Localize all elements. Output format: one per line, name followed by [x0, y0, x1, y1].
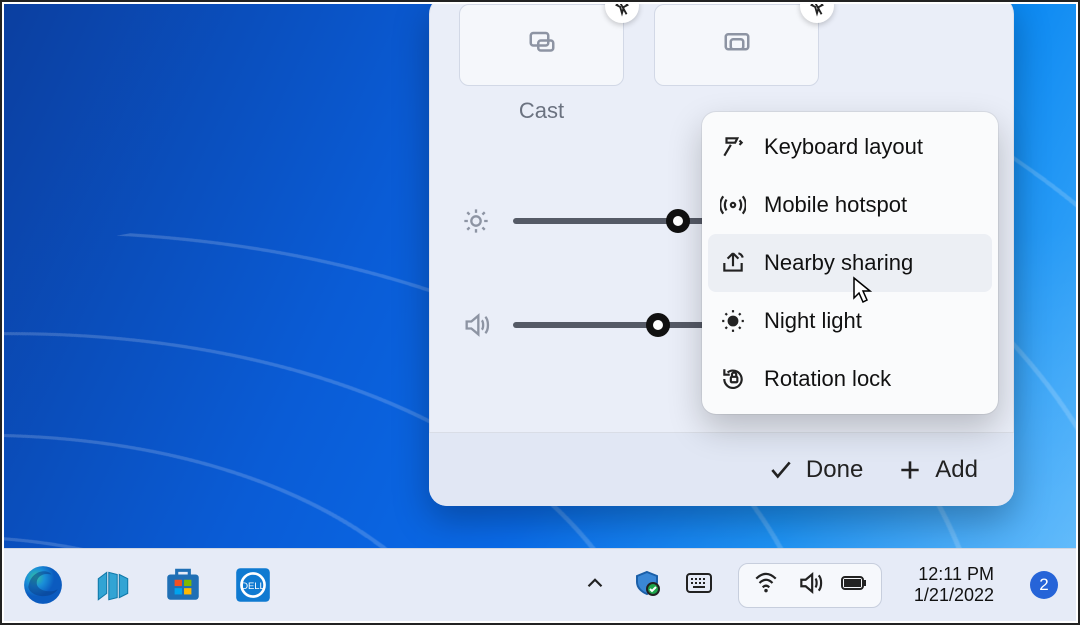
battery-icon	[841, 570, 867, 601]
touch-keyboard-icon[interactable]	[686, 570, 712, 601]
notifications-badge[interactable]: 2	[1030, 571, 1058, 599]
menu-item-label: Nearby sharing	[764, 250, 913, 276]
hotspot-icon	[720, 192, 746, 218]
share-icon	[720, 250, 746, 276]
add-button[interactable]: Add	[897, 456, 978, 484]
check-icon	[768, 457, 794, 483]
menu-item-nearby-sharing[interactable]: Nearby sharing	[708, 234, 992, 292]
night-light-icon	[720, 308, 746, 334]
edge-icon[interactable]	[22, 564, 64, 606]
menu-item-mobile-hotspot[interactable]: Mobile hotspot	[708, 176, 992, 234]
cast-icon	[527, 28, 557, 63]
microsoft-store-icon[interactable]	[162, 564, 204, 606]
wifi-icon	[753, 570, 779, 601]
quick-settings-footer: Done Add	[429, 432, 1014, 506]
done-button-label: Done	[806, 456, 863, 484]
brightness-icon	[459, 204, 493, 238]
menu-item-label: Rotation lock	[764, 366, 891, 392]
keyboard-layout-icon	[720, 134, 746, 160]
chevron-up-icon[interactable]	[582, 570, 608, 601]
plus-icon	[897, 457, 923, 483]
add-quick-setting-menu: Keyboard layout Mobile hotspot Nearby sh…	[702, 112, 998, 414]
menu-item-night-light[interactable]: Night light	[708, 292, 992, 350]
menu-item-label: Mobile hotspot	[764, 192, 907, 218]
volume-icon	[459, 308, 493, 342]
menu-item-keyboard-layout[interactable]: Keyboard layout	[708, 118, 992, 176]
tile-cast-label: Cast	[459, 98, 624, 124]
desktop-wallpaper: Cast	[4, 4, 1076, 621]
svg-text:DELL: DELL	[241, 581, 265, 592]
project-icon	[722, 28, 752, 63]
menu-item-label: Night light	[764, 308, 862, 334]
dell-icon[interactable]: DELL	[232, 564, 274, 606]
unpin-icon[interactable]	[800, 4, 834, 23]
add-button-label: Add	[935, 456, 978, 484]
tile-project[interactable]	[654, 4, 819, 86]
taskbar-clock[interactable]: 12:11 PM 1/21/2022	[914, 564, 994, 605]
clock-time: 12:11 PM	[918, 564, 994, 585]
unpin-icon[interactable]	[605, 4, 639, 23]
menu-item-rotation-lock[interactable]: Rotation lock	[708, 350, 992, 408]
taskbar: DELL 12:11 PM 1/21/2022	[4, 548, 1076, 621]
tile-cast[interactable]	[459, 4, 624, 86]
server-manager-icon[interactable]	[92, 564, 134, 606]
rotation-lock-icon	[720, 366, 746, 392]
quick-settings-tray[interactable]	[738, 563, 882, 608]
done-button[interactable]: Done	[768, 456, 863, 484]
menu-item-label: Keyboard layout	[764, 134, 923, 160]
volume-icon	[797, 570, 823, 601]
windows-security-icon[interactable]	[634, 570, 660, 601]
clock-date: 1/21/2022	[914, 585, 994, 606]
